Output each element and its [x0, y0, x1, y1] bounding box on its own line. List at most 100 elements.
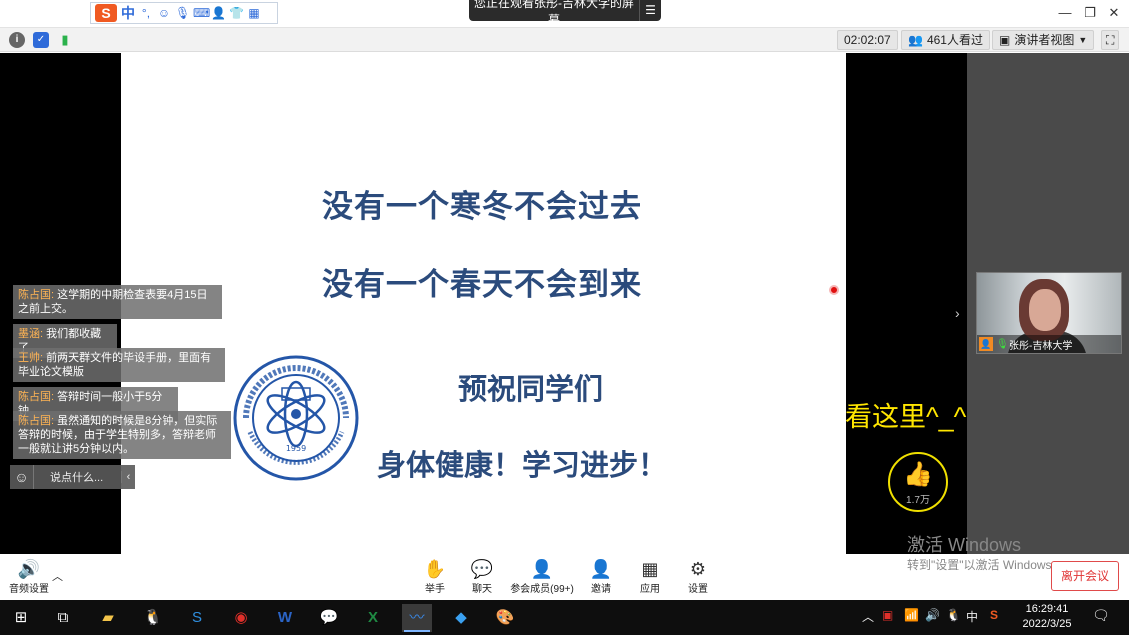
gear-icon: ⚙ — [689, 559, 707, 579]
members-label: 参会成员(99+) — [510, 584, 574, 595]
info-icon[interactable]: i — [9, 32, 25, 48]
share-banner-text: 您正在观看张彤-吉林大学的屏幕 — [474, 0, 634, 27]
user-icon[interactable]: 👤 — [211, 6, 226, 20]
speaker-video-tile[interactable]: 👤 🎙 张彤-吉林大学 — [976, 272, 1122, 354]
chat-message: 陈占国: 这学期的中期检查表要4月15日之前上交。 — [13, 285, 222, 319]
clock-date: 2022/3/25 — [1022, 618, 1072, 630]
chat-message: 陈占国: 虽然通知的时候是8分钟，但实际答辩的时候，由于学生特别多，答辩老师一般… — [13, 411, 231, 459]
clock-time: 16:29:41 — [1025, 603, 1069, 615]
shield-icon[interactable]: ✓ — [33, 32, 49, 48]
meeting-status-bar: i ✓ ▮ 02:02:07 👥 461人看过 ▣ 演讲者视图 ▼ ⛶ — [0, 28, 1129, 52]
grid-icon[interactable]: ▦ — [247, 6, 261, 20]
chevron-left-icon[interactable]: ‹ — [121, 471, 135, 483]
keyboard-icon[interactable]: ⌨ — [193, 6, 210, 20]
person-icon: 👤 — [530, 559, 554, 579]
feishu-icon[interactable]: ◆ — [446, 604, 476, 632]
slide-line-2: 没有一个春天不会到来 — [322, 267, 642, 303]
paint-icon[interactable]: 🎨 — [490, 604, 520, 632]
chat-sender: 陈占国: — [18, 289, 55, 301]
thumbs-up-icon: 👍 — [903, 461, 933, 488]
meeting-timer: 02:02:07 — [837, 30, 898, 50]
wechat-icon[interactable]: 💬 — [314, 604, 344, 632]
minimize-button[interactable]: — — [1056, 4, 1074, 22]
emoji-icon[interactable]: ☺ — [10, 465, 34, 489]
chat-input[interactable]: ☺ 说点什么... ‹ — [10, 465, 135, 489]
invite-button[interactable]: 👤 邀请 — [586, 558, 616, 595]
apps-button[interactable]: ▦ 应用 — [635, 558, 665, 595]
audio-settings-button[interactable]: 🔊 音频设置 — [8, 558, 50, 595]
banner-menu-icon[interactable]: ☰ — [639, 0, 661, 21]
chat-bubble-icon: 💬 — [470, 559, 494, 579]
like-count: 1.7万 — [906, 495, 930, 506]
tray-app-icon[interactable]: ▣ — [882, 608, 893, 622]
ime-language-indicator[interactable]: 中 — [966, 608, 978, 625]
sogou-browser-icon[interactable]: S — [182, 604, 212, 632]
slide-line-4: 身体健康！学习进步！ — [377, 448, 668, 482]
signal-icon[interactable]: ▮ — [57, 32, 73, 48]
chat-label: 聊天 — [472, 584, 492, 595]
chat-text: 前两天群文件的毕设手册，里面有毕业论文模版 — [18, 352, 212, 378]
chat-input-placeholder[interactable]: 说点什么... — [34, 469, 121, 485]
close-button[interactable]: ✕ — [1105, 4, 1123, 22]
audio-settings-label: 音频设置 — [9, 584, 49, 595]
ime-punct-label[interactable]: °, — [139, 6, 153, 20]
college-seal-logo: 1959 — [233, 355, 359, 481]
windows-taskbar: ⊞ ⧉ ▰ 🐧 S ◉ W 💬 X 〰 ◆ 🎨 ︿ ▣ 📶 🔊 🐧 中 S 16… — [0, 600, 1129, 635]
chat-sender: 陈占国: — [18, 391, 55, 403]
word-icon[interactable]: W — [270, 604, 300, 632]
timer-text: 02:02:07 — [844, 33, 891, 47]
ime-toolbar[interactable]: S 中 °, ☺ 🎙 ⌨ 👤 👕 ▦ — [90, 2, 278, 24]
raise-hand-button[interactable]: ✋ 举手 — [420, 558, 450, 595]
chat-button[interactable]: 💬 聊天 — [467, 558, 497, 595]
layout-icon: ▣ — [999, 33, 1011, 47]
fullscreen-button[interactable]: ⛶ — [1101, 30, 1120, 50]
collapse-video-icon[interactable]: › — [955, 305, 960, 321]
sogou-tray-icon[interactable]: S — [990, 608, 998, 622]
view-mode-dropdown[interactable]: ▣ 演讲者视图 ▼ — [992, 30, 1095, 50]
qq-icon[interactable]: 🐧 — [138, 604, 168, 632]
tencent-meeting-icon[interactable]: 〰 — [402, 604, 432, 632]
emoji-icon[interactable]: ☺ — [157, 6, 171, 20]
apps-grid-icon: ▦ — [641, 559, 659, 579]
raise-hand-label: 举手 — [425, 584, 445, 595]
file-explorer-icon[interactable]: ▰ — [93, 604, 123, 632]
viewers-button[interactable]: 👥 461人看过 — [901, 30, 990, 50]
excel-icon[interactable]: X — [358, 604, 388, 632]
microphone-icon: 🎙 — [996, 338, 1009, 350]
apps-label: 应用 — [640, 584, 660, 595]
activate-windows-title: 激活 Windows — [907, 535, 1022, 555]
chat-sender: 墨涵: — [18, 328, 44, 340]
chevron-down-icon: ▼ — [1078, 35, 1088, 45]
invite-label: 邀请 — [591, 584, 611, 595]
windows-start-icon[interactable]: ⊞ — [6, 604, 36, 632]
speaker-icon: 🔊 — [17, 559, 41, 579]
laser-pointer-icon — [829, 285, 839, 295]
shirt-icon[interactable]: 👕 — [229, 6, 244, 20]
restore-button[interactable]: ❐ — [1081, 4, 1099, 22]
microphone-icon[interactable]: 🎙 — [175, 6, 190, 20]
wifi-icon[interactable]: 📶 — [904, 608, 919, 622]
activate-windows-subtitle: 转到"设置"以激活 Windows。 — [907, 558, 1064, 572]
seal-year: 1959 — [286, 444, 306, 453]
taskbar-clock[interactable]: 16:29:41 2022/3/25 — [1012, 602, 1082, 632]
sogou-logo-icon: S — [95, 4, 117, 22]
qq-tray-icon[interactable]: 🐧 — [946, 608, 961, 622]
tray-expand-icon[interactable]: ︿ — [862, 608, 874, 625]
members-button[interactable]: 👤 参会成员(99+) — [509, 558, 575, 595]
app-red-icon[interactable]: ◉ — [226, 604, 256, 632]
notification-icon[interactable]: 🗨 — [1092, 607, 1110, 624]
task-view-icon[interactable]: ⧉ — [48, 604, 78, 632]
look-here-text: 看这里^_^ — [845, 402, 967, 432]
volume-icon[interactable]: 🔊 — [925, 608, 940, 622]
settings-button[interactable]: ⚙ 设置 — [683, 558, 713, 595]
viewers-text: 461人看过 — [926, 33, 983, 47]
view-mode-text: 演讲者视图 — [1014, 33, 1075, 47]
settings-label: 设置 — [688, 584, 708, 595]
ime-mode-label[interactable]: 中 — [121, 3, 135, 23]
speaker-name: 张彤-吉林大学 — [1009, 340, 1073, 352]
chevron-up-icon[interactable]: ︿ — [52, 568, 63, 584]
title-bar: S 中 °, ☺ 🎙 ⌨ 👤 👕 ▦ 您正在观看张彤-吉林大学的屏幕 ☰ — ❐… — [0, 0, 1129, 28]
like-button[interactable]: 👍 1.7万 — [888, 452, 948, 512]
leave-meeting-button[interactable]: 离开会议 — [1051, 561, 1119, 591]
video-name-label: 👤 🎙 张彤-吉林大学 — [977, 335, 1121, 353]
